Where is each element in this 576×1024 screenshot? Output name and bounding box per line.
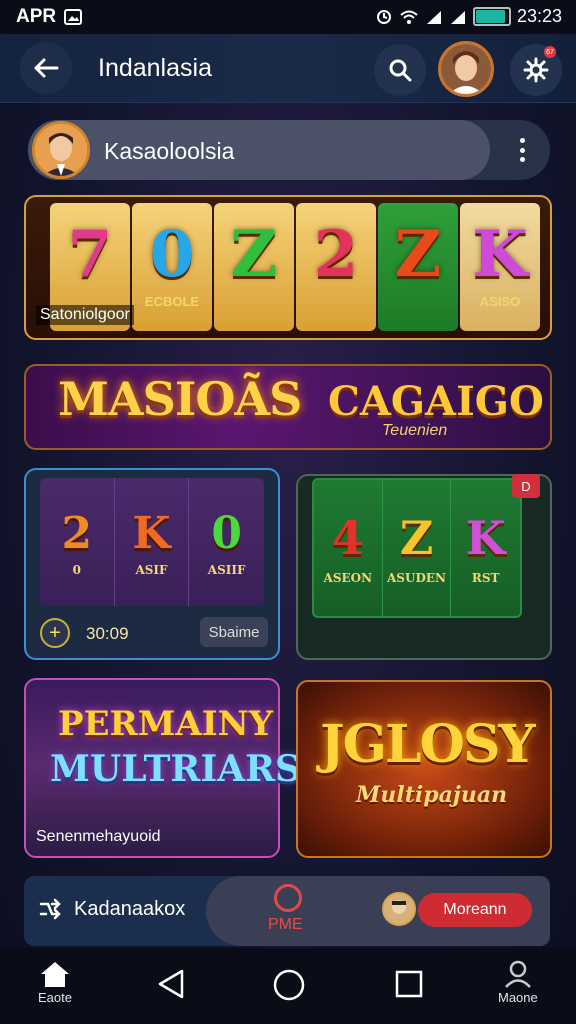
tile-c-title-line2: MULTRIARS bbox=[50, 748, 302, 790]
nav-profile[interactable]: Maone bbox=[498, 960, 538, 1005]
reel-symbol: Z bbox=[399, 511, 434, 565]
nav-home-circle[interactable] bbox=[272, 968, 306, 1002]
add-button[interactable]: + bbox=[40, 618, 70, 648]
slot-subtext: ECBOLE bbox=[144, 294, 200, 309]
header-avatar[interactable] bbox=[438, 41, 494, 97]
home-icon bbox=[40, 962, 69, 987]
reel-sub: ASIF bbox=[135, 562, 168, 577]
reel-sub: RST bbox=[471, 571, 500, 585]
promo-right-subtitle: Teuenien bbox=[382, 422, 448, 439]
back-triangle-icon bbox=[158, 969, 184, 999]
reel-sub: ASEON bbox=[323, 571, 373, 585]
slot-banner-label: Satoniolgoor bbox=[36, 305, 134, 325]
timer-label: 30:09 bbox=[86, 624, 129, 643]
signal-2-icon bbox=[450, 10, 465, 24]
person-portrait-icon bbox=[441, 44, 491, 94]
search-button[interactable] bbox=[374, 44, 426, 96]
reel-symbol: 2 bbox=[61, 507, 93, 559]
back-arrow-icon bbox=[34, 58, 59, 78]
slot-reel: K ASISO bbox=[460, 203, 540, 331]
slot-symbol: Z bbox=[230, 217, 278, 292]
reel-cell: 0 ASIIF bbox=[189, 478, 264, 606]
tile-d-title-line2: Multipajuan bbox=[356, 782, 508, 808]
signal-icon bbox=[426, 10, 441, 24]
promo-left-title: MASIOÃS bbox=[58, 372, 302, 426]
slot-symbol: 7 bbox=[67, 217, 113, 292]
tile-b-reels: 4 ASEON Z ASUDEN K RST bbox=[312, 478, 522, 618]
reel-sub: ASUDEN bbox=[387, 571, 446, 585]
tile-a-reels: 20 K ASIF 0 ASIIF bbox=[40, 478, 264, 606]
nav-profile-label: Maone bbox=[498, 990, 538, 1005]
slot-reel: 0 ECBOLE bbox=[132, 203, 212, 331]
back-button[interactable] bbox=[20, 42, 72, 94]
gallery-icon bbox=[64, 9, 83, 25]
pme-label[interactable]: PME bbox=[268, 916, 303, 934]
profile-avatar[interactable] bbox=[32, 121, 90, 179]
nav-home[interactable]: Eaote bbox=[38, 960, 72, 1005]
reel-symbol: K bbox=[132, 507, 171, 559]
settings-icon bbox=[523, 57, 549, 83]
tile-c-title-line1: PERMAINY bbox=[58, 704, 274, 744]
reel-cell: K ASIF bbox=[115, 478, 190, 606]
small-avatar[interactable] bbox=[382, 892, 416, 926]
profile-name: Kasaoloolsia bbox=[104, 138, 235, 164]
search-icon bbox=[389, 59, 412, 82]
page-title: Indanlasia bbox=[98, 54, 212, 82]
more-button[interactable]: Moreann bbox=[418, 893, 532, 927]
kebab-menu-icon[interactable] bbox=[510, 134, 534, 166]
clock: 23:23 bbox=[516, 6, 562, 26]
tile-action-button[interactable]: Sbaime bbox=[200, 617, 268, 647]
person-icon bbox=[504, 960, 531, 988]
circle-home-icon bbox=[273, 969, 305, 1001]
slot-symbol: 2 bbox=[313, 217, 359, 292]
shuffle-icon[interactable] bbox=[38, 898, 62, 926]
tile-d-title-line1: JGLOSY bbox=[320, 714, 536, 775]
profile-bar-inner bbox=[28, 120, 490, 180]
slot-symbol: K bbox=[472, 217, 528, 292]
carrier-label: APR bbox=[16, 6, 57, 27]
slot-subtext: ASISO bbox=[479, 294, 521, 309]
reel-sub: ASIIF bbox=[207, 562, 246, 577]
reel-symbol: 4 bbox=[331, 511, 364, 565]
reel-symbol: K bbox=[465, 511, 506, 565]
battery-icon bbox=[472, 7, 511, 26]
wifi-icon bbox=[400, 10, 418, 24]
notification-badge: 67 bbox=[544, 46, 556, 58]
tile-badge: D bbox=[512, 474, 540, 498]
tile-c-label: Senenmehayuoid bbox=[36, 828, 161, 845]
nav-back[interactable] bbox=[156, 968, 186, 1000]
reel-cell: K RST bbox=[451, 480, 520, 616]
slot-reel: Z bbox=[214, 203, 294, 331]
slot-symbol: 0 bbox=[149, 217, 195, 292]
reel-cell: 20 bbox=[40, 478, 115, 606]
square-recents-icon bbox=[395, 970, 423, 998]
person-portrait-icon bbox=[35, 124, 87, 176]
reel-cell: Z ASUDEN bbox=[383, 480, 452, 616]
pme-ring-icon[interactable] bbox=[274, 884, 302, 912]
reel-sub: 0 bbox=[72, 562, 81, 577]
bottom-bar-label[interactable]: Kadanaakox bbox=[74, 898, 185, 921]
slot-reel: Z bbox=[378, 203, 458, 331]
slot-reel: 2 bbox=[296, 203, 376, 331]
alarm-icon bbox=[376, 9, 391, 24]
promo-right-title: CAGAIGO bbox=[328, 378, 544, 425]
reel-symbol: 0 bbox=[211, 507, 242, 559]
battery-level bbox=[475, 10, 505, 23]
status-right: 23:23 bbox=[375, 6, 562, 27]
slot-symbol: Z bbox=[394, 217, 442, 292]
reel-cell: 4 ASEON bbox=[314, 480, 383, 616]
nav-recents[interactable] bbox=[394, 968, 424, 1000]
status-left: APR bbox=[16, 6, 83, 28]
nav-home-label: Eaote bbox=[38, 990, 72, 1005]
